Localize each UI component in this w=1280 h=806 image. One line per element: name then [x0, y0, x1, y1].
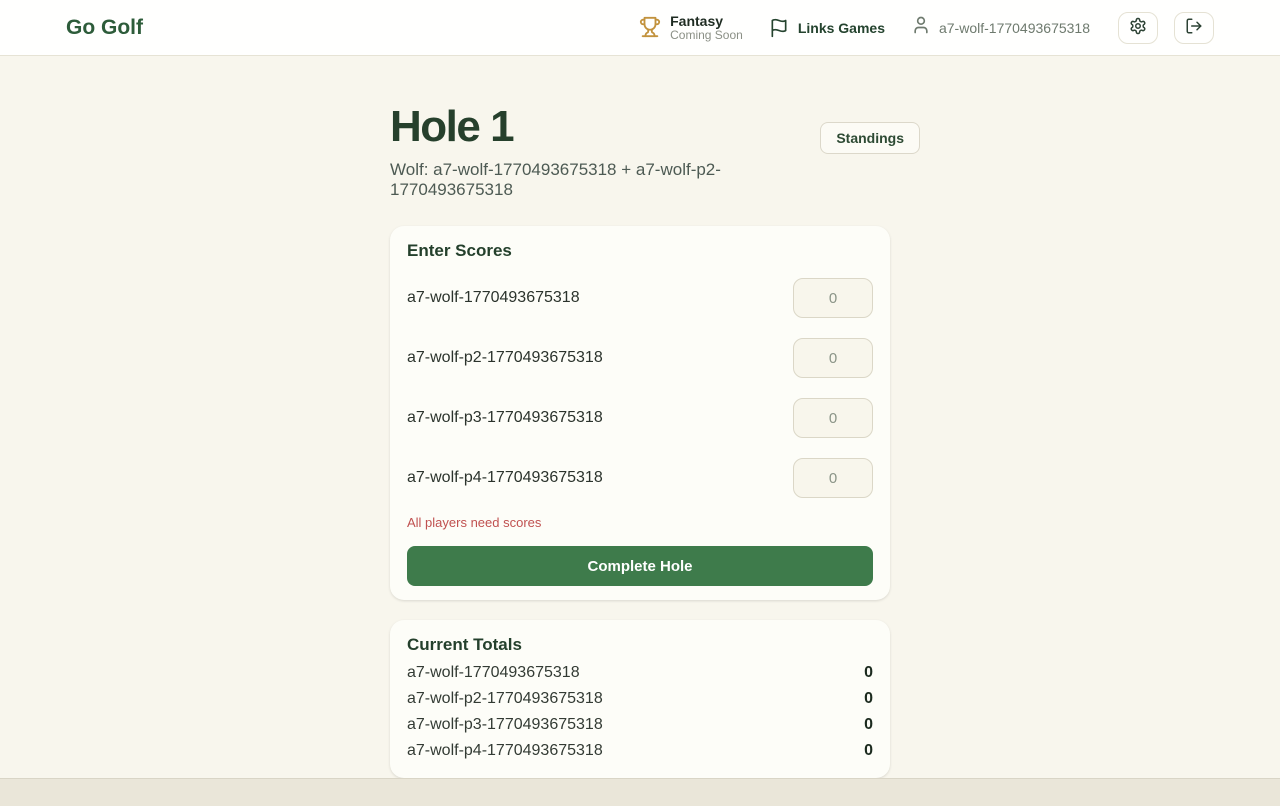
- standings-button[interactable]: Standings: [820, 122, 920, 154]
- header-nav: Fantasy Coming Soon Links Games a7-wolf-…: [639, 12, 1214, 44]
- links-games-label: Links Games: [798, 20, 885, 36]
- total-row: a7-wolf-p2-1770493675318 0: [407, 686, 873, 712]
- score-row: a7-wolf-p2-1770493675318: [407, 338, 873, 378]
- total-player-value: 0: [864, 738, 873, 764]
- total-player-name: a7-wolf-1770493675318: [407, 660, 580, 686]
- user-name: a7-wolf-1770493675318: [939, 20, 1090, 36]
- total-player-name: a7-wolf-p2-1770493675318: [407, 686, 603, 712]
- nav-item-fantasy[interactable]: Fantasy Coming Soon: [639, 13, 743, 43]
- total-player-name: a7-wolf-p4-1770493675318: [407, 738, 603, 764]
- settings-button[interactable]: [1118, 12, 1158, 44]
- main-content: Hole 1 Wolf: a7-wolf-1770493675318 + a7-…: [0, 56, 1280, 778]
- user-icon: [911, 15, 931, 40]
- total-row: a7-wolf-1770493675318 0: [407, 660, 873, 686]
- total-row: a7-wolf-p4-1770493675318 0: [407, 738, 873, 764]
- trophy-icon: [639, 16, 661, 38]
- footer-strip: [0, 778, 1280, 806]
- score-input-player-1[interactable]: [793, 278, 873, 318]
- player-name: a7-wolf-p2-1770493675318: [407, 349, 603, 367]
- current-totals-card: Current Totals a7-wolf-1770493675318 0 a…: [390, 620, 890, 778]
- player-name: a7-wolf-p4-1770493675318: [407, 469, 603, 487]
- total-player-value: 0: [864, 712, 873, 738]
- player-name: a7-wolf-1770493675318: [407, 289, 580, 307]
- score-input-player-4[interactable]: [793, 458, 873, 498]
- total-player-value: 0: [864, 686, 873, 712]
- fantasy-sublabel: Coming Soon: [670, 29, 743, 43]
- app-header: Go Golf Fantasy Coming Soon: [0, 0, 1280, 56]
- score-input-player-2[interactable]: [793, 338, 873, 378]
- score-input-player-3[interactable]: [793, 398, 873, 438]
- page-title: Hole 1: [390, 104, 790, 150]
- brand-logo[interactable]: Go Golf: [66, 16, 143, 40]
- logout-button[interactable]: [1174, 12, 1214, 44]
- enter-scores-title: Enter Scores: [407, 242, 873, 260]
- flag-icon: [769, 18, 789, 38]
- logout-icon: [1185, 17, 1203, 38]
- gear-icon: [1129, 17, 1147, 38]
- score-row: a7-wolf-p4-1770493675318: [407, 458, 873, 498]
- total-player-value: 0: [864, 660, 873, 686]
- user-chip: a7-wolf-1770493675318: [911, 15, 1090, 40]
- page-heading-block: Hole 1 Wolf: a7-wolf-1770493675318 + a7-…: [390, 104, 790, 200]
- validation-error-text: All players need scores: [407, 516, 873, 530]
- fantasy-label: Fantasy: [670, 13, 743, 29]
- page-subtitle: Wolf: a7-wolf-1770493675318 + a7-wolf-p2…: [390, 160, 790, 200]
- nav-item-links-games[interactable]: Links Games: [769, 18, 885, 38]
- total-row: a7-wolf-p3-1770493675318 0: [407, 712, 873, 738]
- enter-scores-card: Enter Scores a7-wolf-1770493675318 a7-wo…: [390, 226, 890, 600]
- page-heading-row: Hole 1 Wolf: a7-wolf-1770493675318 + a7-…: [390, 104, 890, 200]
- header-buttons: [1118, 12, 1214, 44]
- current-totals-title: Current Totals: [407, 636, 873, 654]
- score-row: a7-wolf-p3-1770493675318: [407, 398, 873, 438]
- fantasy-text: Fantasy Coming Soon: [670, 13, 743, 43]
- player-name: a7-wolf-p3-1770493675318: [407, 409, 603, 427]
- score-row: a7-wolf-1770493675318: [407, 278, 873, 318]
- complete-hole-button[interactable]: Complete Hole: [407, 546, 873, 586]
- total-player-name: a7-wolf-p3-1770493675318: [407, 712, 603, 738]
